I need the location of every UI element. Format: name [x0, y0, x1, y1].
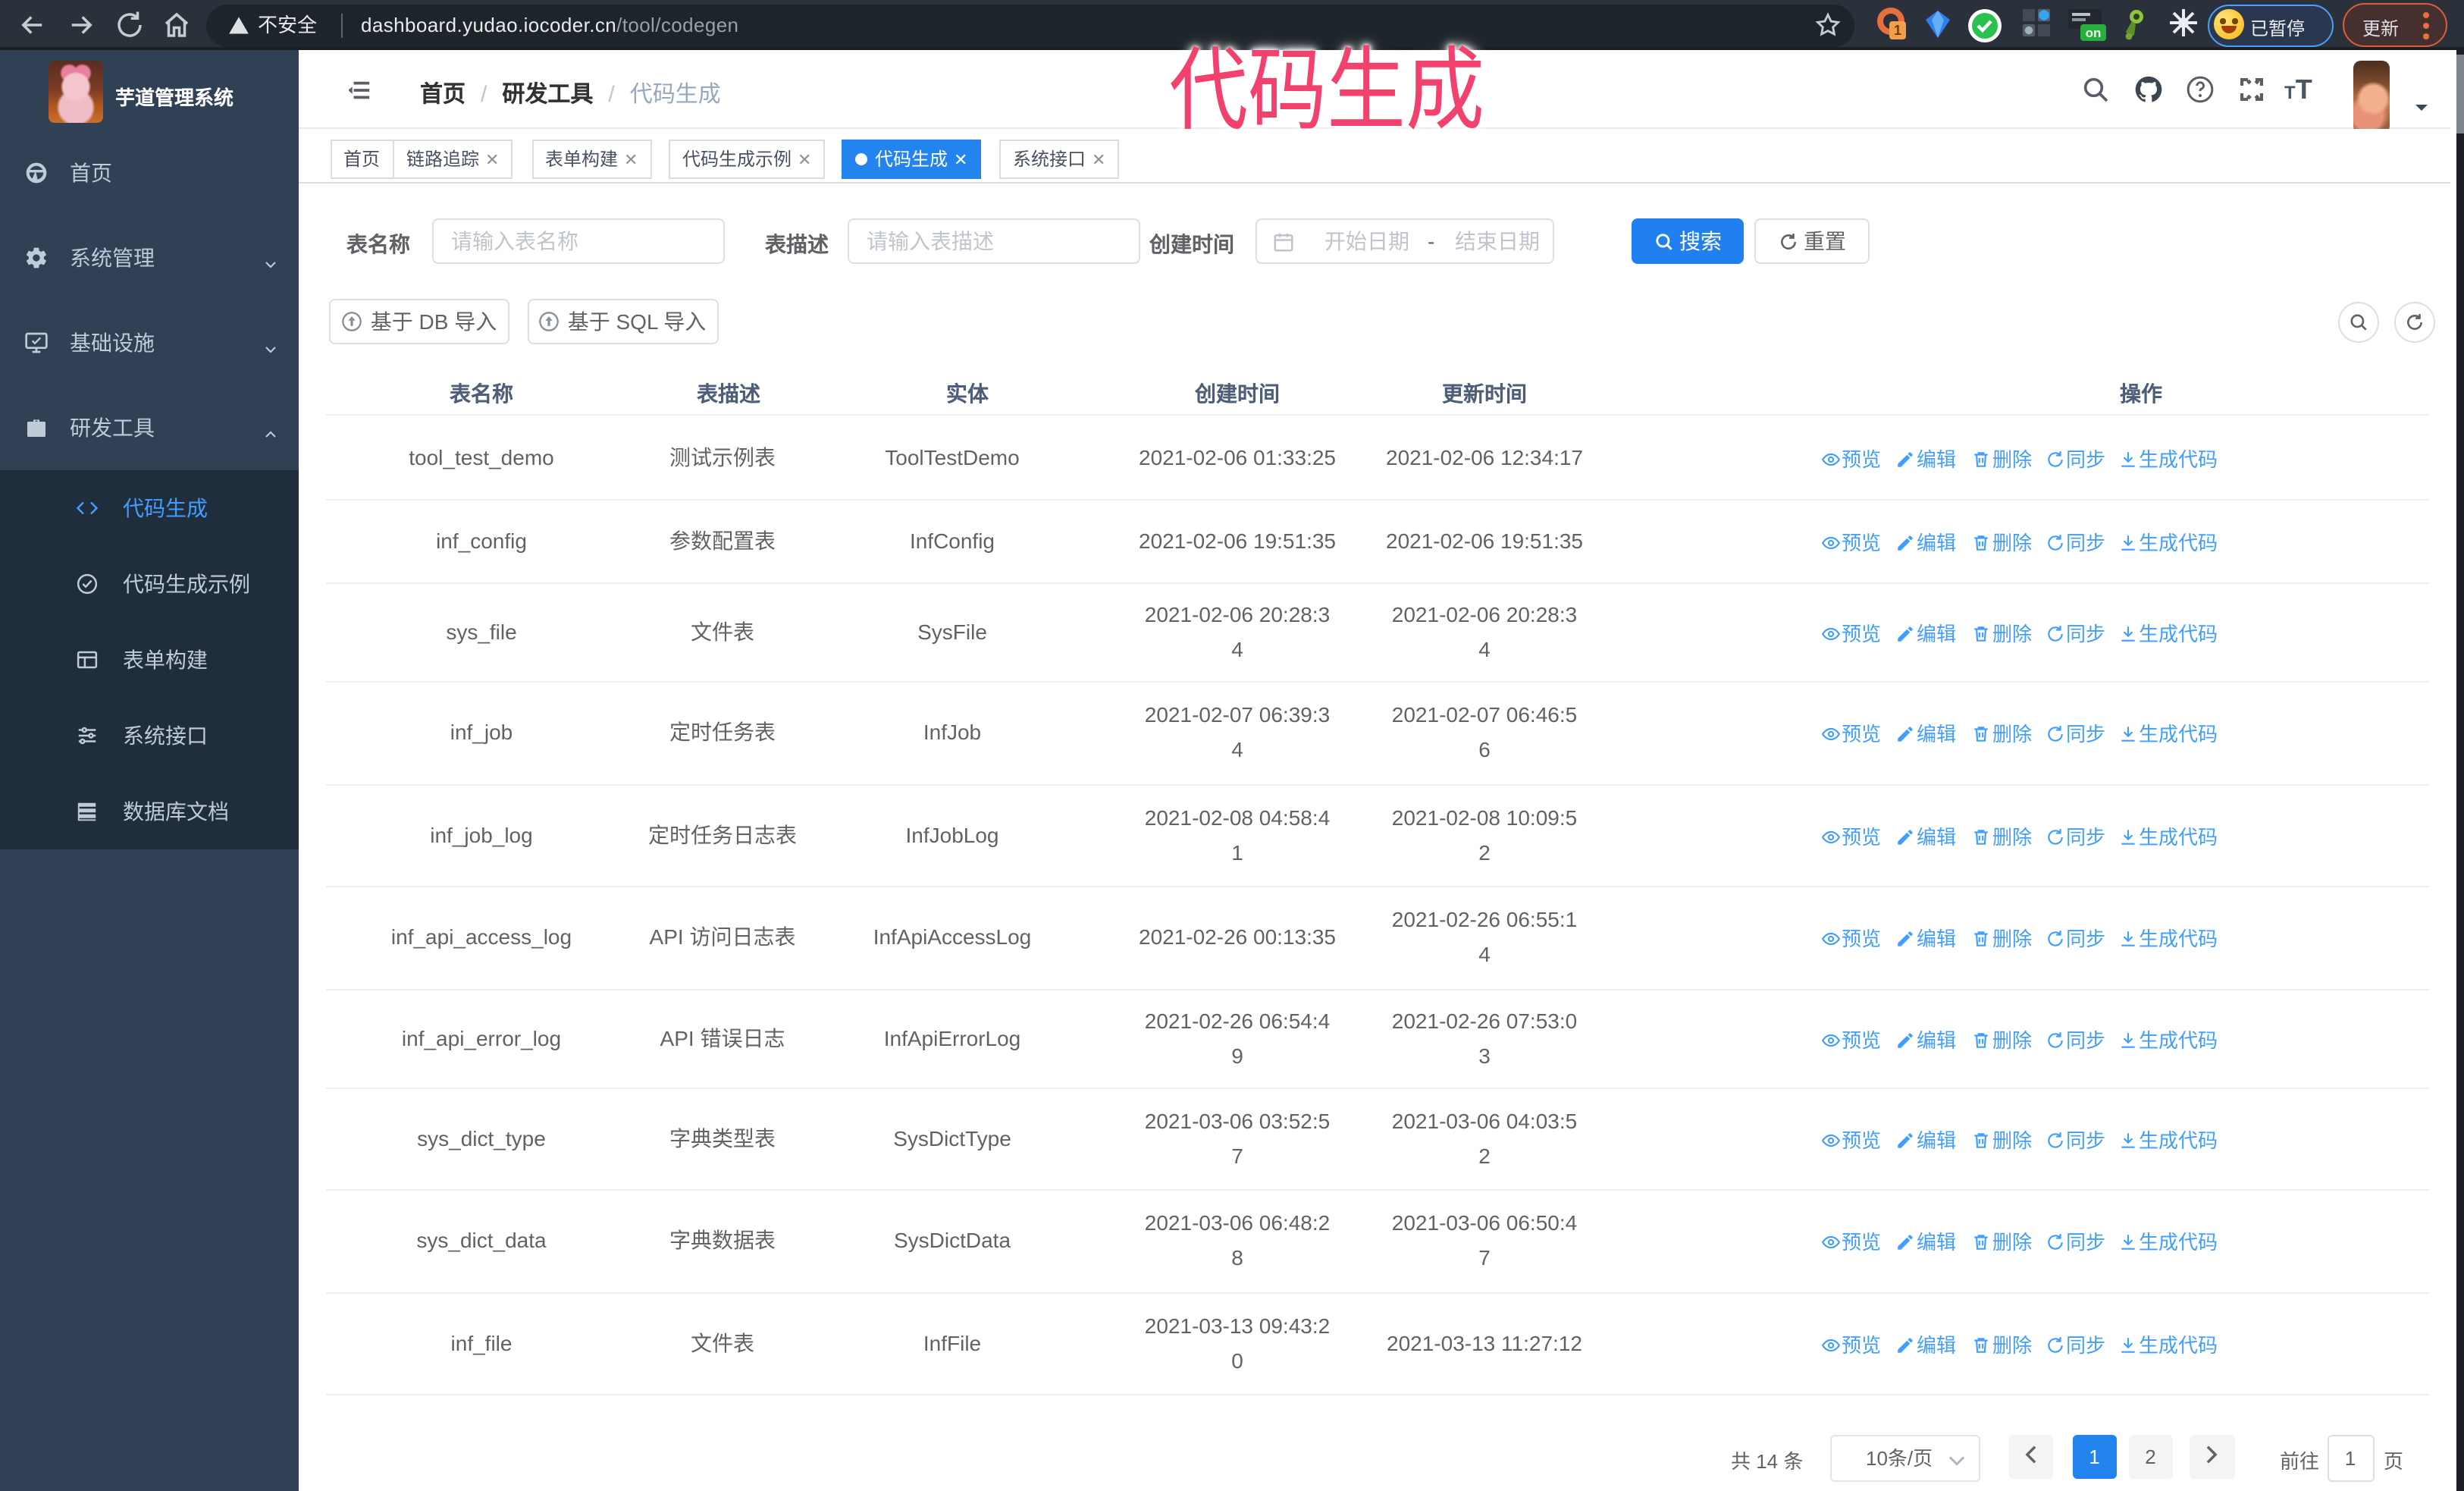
svg-text:1: 1	[1894, 23, 1901, 38]
svg-text:on: on	[2086, 26, 2102, 40]
